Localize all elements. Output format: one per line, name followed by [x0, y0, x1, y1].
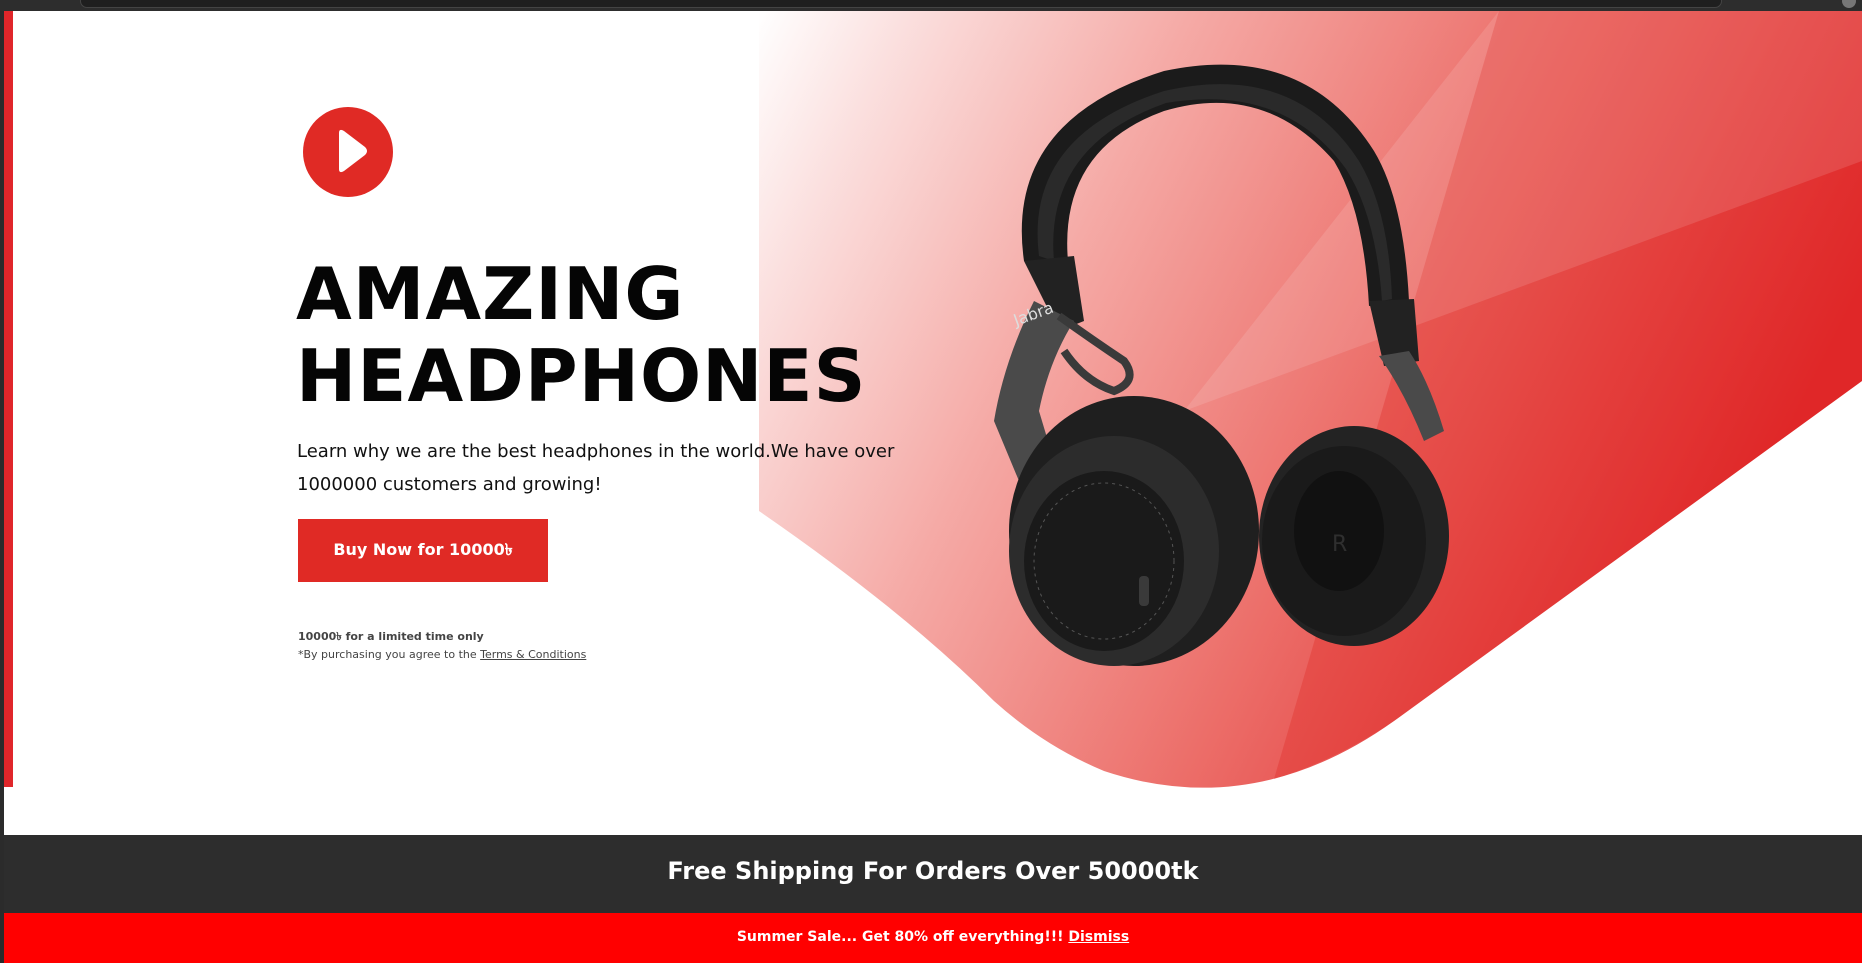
sale-banner-text: Summer Sale... Get 80% off everything!!! — [736, 929, 1069, 945]
buy-now-button[interactable]: Buy Now for 10000৳ — [298, 519, 548, 582]
hero-left-accent-bar — [4, 11, 13, 787]
sale-banner-content: Summer Sale... Get 80% off everything!!!… — [737, 929, 1129, 945]
free-shipping-text: Free Shipping For Orders Over 50000tk — [667, 857, 1199, 885]
hero-description: Learn why we are the best headphones in … — [297, 441, 895, 495]
free-shipping-banner: Free Shipping For Orders Over 50000tk — [4, 835, 1862, 913]
headphones-product-image: Jabra R — [994, 64, 1449, 666]
hero-section: AMAZING HEADPHONES Learn why we are the … — [4, 11, 1862, 835]
svg-text:R: R — [1332, 532, 1347, 557]
hero-title-line1: AMAZING — [296, 252, 685, 336]
browser-url-bar[interactable] — [80, 0, 1722, 8]
page: AMAZING HEADPHONES Learn why we are the … — [0, 0, 1862, 963]
hero-background-shape — [759, 11, 1862, 788]
sale-banner: Summer Sale... Get 80% off everything!!!… — [4, 913, 1862, 963]
terms-conditions-link[interactable]: Terms & Conditions — [480, 648, 586, 661]
limited-time-note: 10000৳ for a limited time only — [298, 630, 484, 643]
dismiss-link[interactable]: Dismiss — [1068, 929, 1129, 945]
browser-profile-icon[interactable] — [1842, 0, 1856, 8]
hero-title: AMAZING HEADPHONES — [296, 253, 936, 417]
browser-top-strip — [0, 0, 1862, 11]
terms-note: *By purchasing you agree to the Terms & … — [298, 648, 586, 661]
play-icon — [339, 129, 367, 173]
hero-title-line2: HEADPHONES — [296, 334, 867, 418]
play-video-button[interactable] — [303, 107, 393, 197]
terms-prefix: *By purchasing you agree to the — [298, 648, 481, 661]
